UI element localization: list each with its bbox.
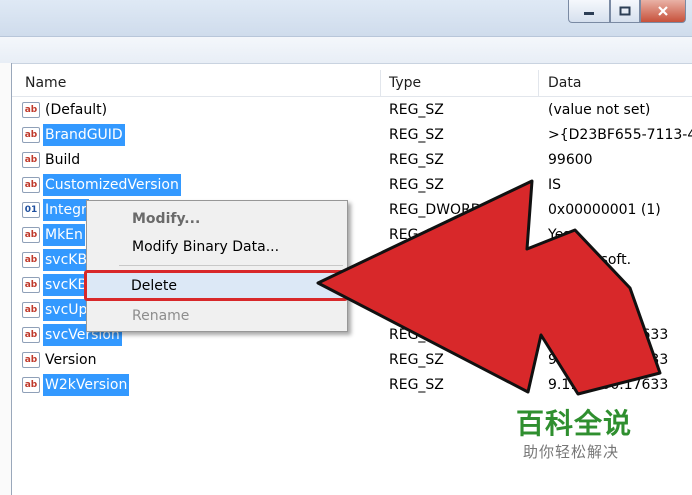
string-value-icon: ab [22, 227, 40, 243]
value-name[interactable]: MkEn [43, 224, 85, 246]
minimize-icon [584, 12, 594, 15]
menu-bar [0, 36, 692, 64]
value-data: p.microsoft. [548, 252, 632, 268]
value-type: REG_SZ [389, 302, 444, 318]
table-row[interactable]: ab Version REG_SZ 9.11.9600.17633 [12, 348, 692, 373]
value-name[interactable]: svcKB [43, 274, 90, 296]
column-header-name[interactable]: Name [12, 70, 381, 96]
value-name[interactable]: (Default) [43, 99, 109, 121]
value-name[interactable]: CustomizedVersion [43, 174, 181, 196]
value-name[interactable]: W2kVersion [43, 374, 130, 396]
string-value-icon: ab [22, 252, 40, 268]
string-value-icon: ab [22, 377, 40, 393]
string-value-icon: ab [22, 327, 40, 343]
value-type: REG_SZ [389, 377, 444, 393]
value-type: REG_SZ [389, 152, 444, 168]
value-type: REG_SZ [389, 102, 444, 118]
value-data: 11.0.9600.17633 [548, 327, 669, 343]
menu-item-delete[interactable]: Delete [89, 274, 343, 298]
string-value-icon: ab [22, 127, 40, 143]
value-data: 9.11.9600.17633 [548, 377, 669, 393]
binary-value-icon: 01 [22, 202, 40, 218]
value-data: 52 [548, 277, 566, 293]
menu-item-rename: Rename [132, 308, 190, 324]
string-value-icon: ab [22, 277, 40, 293]
value-name[interactable]: Version [43, 349, 98, 371]
minimize-button[interactable] [568, 0, 610, 23]
table-row[interactable]: ab CustomizedVersion REG_SZ IS [12, 173, 692, 198]
value-type: REG_SZ [389, 127, 444, 143]
context-menu: Modify... Modify Binary Data... Rename [86, 200, 348, 332]
value-type: REG_SZ [389, 327, 444, 343]
value-data: 0x00000001 (1) [548, 202, 661, 218]
value-data: IS [548, 177, 562, 193]
window-title-bar [0, 0, 692, 36]
maximize-icon [619, 6, 631, 16]
value-data: (value not set) [548, 102, 651, 118]
menu-item-modify-binary[interactable]: Modify Binary Data... [90, 235, 344, 259]
value-name[interactable]: Build [43, 149, 82, 171]
list-header: Name Type Data [12, 70, 692, 97]
key-tree-pane[interactable] [0, 63, 12, 495]
watermark-logo: 百科全说 [516, 407, 633, 440]
string-value-icon: ab [22, 177, 40, 193]
string-value-icon: ab [22, 302, 40, 318]
value-name[interactable]: svcKB [43, 249, 90, 271]
close-icon [658, 6, 668, 16]
window-controls [568, 0, 686, 24]
value-name[interactable]: BrandGUID [43, 124, 125, 146]
value-type: REG_SZ [389, 277, 444, 293]
value-name[interactable]: Integr [43, 199, 89, 221]
close-button[interactable] [640, 0, 686, 23]
string-value-icon: ab [22, 152, 40, 168]
table-row[interactable]: ab W2kVersion REG_SZ 9.11.9600.17633 [12, 373, 692, 398]
value-data: 9.11.9600.17633 [548, 352, 669, 368]
value-type: REG_SZ [389, 177, 444, 193]
column-header-data[interactable]: Data [539, 70, 692, 96]
menu-item-modify[interactable]: Modify... [90, 207, 344, 231]
maximize-button[interactable] [610, 0, 640, 23]
column-header-type[interactable]: Type [381, 70, 539, 96]
value-type: REG_SZ [389, 252, 444, 268]
value-type: REG_SZ [389, 352, 444, 368]
table-row[interactable]: ab Build REG_SZ 99600 [12, 148, 692, 173]
string-value-icon: ab [22, 102, 40, 118]
value-data: >{D23BF655-7113-44 [548, 127, 692, 143]
value-data: 99600 [548, 152, 593, 168]
menu-separator [119, 265, 343, 266]
table-row[interactable]: ab (Default) REG_SZ (value not set) [12, 98, 692, 123]
watermark-subtitle: 助你轻松解决 [523, 443, 620, 461]
value-type: REG_SZ [389, 227, 444, 243]
value-type: REG_DWORD [389, 202, 482, 218]
value-data: Yes [548, 227, 571, 243]
value-name[interactable]: svcUp [43, 299, 90, 321]
table-row[interactable]: ab BrandGUID REG_SZ >{D23BF655-7113-44 [12, 123, 692, 148]
string-value-icon: ab [22, 352, 40, 368]
value-data: 11.0.16 [548, 302, 602, 318]
